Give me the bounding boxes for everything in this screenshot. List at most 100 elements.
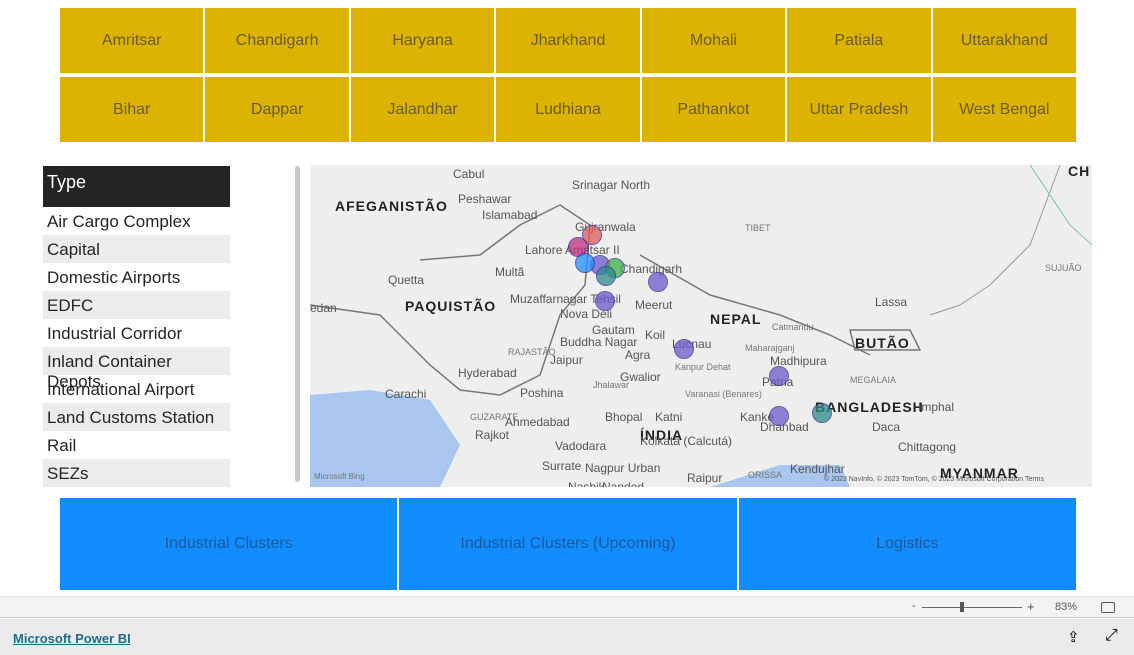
slicer-item[interactable]: SEZs <box>43 459 230 487</box>
map-label: Catmandu <box>772 322 814 332</box>
map-label: Meerut <box>635 298 673 312</box>
slicer-item[interactable]: Rail <box>43 431 230 459</box>
bing-logo: Microsoft Bing <box>314 472 365 481</box>
tile-jharkhand[interactable]: Jharkhand <box>496 8 640 73</box>
map-label: RAJASTÃO <box>508 347 556 357</box>
power-bi-link[interactable]: Microsoft Power BI <box>13 631 131 646</box>
map-label: Jhalawar <box>593 380 630 390</box>
fullscreen-icon[interactable]: ⤢ <box>1105 627 1118 645</box>
tile-mohali[interactable]: Mohali <box>641 8 786 73</box>
category-buttons: Industrial Clusters Industrial Clusters (… <box>60 498 1076 590</box>
zoom-bar: - + 83% <box>0 596 1134 618</box>
map-label: AFEGANISTÃO <box>335 198 448 214</box>
map-label: ORISSA <box>748 470 783 480</box>
map-label: Nagpur Urban <box>585 461 661 475</box>
slicer-item[interactable]: Land Customs Station <box>43 403 230 431</box>
button-industrial-clusters[interactable]: Industrial Clusters <box>60 498 398 590</box>
map-label: Kendujhar <box>790 462 845 476</box>
tile-pathankot[interactable]: Pathankot <box>641 77 786 142</box>
tile-amritsar[interactable]: Amritsar <box>60 8 204 73</box>
map-bubble[interactable] <box>769 366 789 386</box>
map-label: Lahore <box>525 243 563 257</box>
map-label: Hyderabad <box>458 366 517 380</box>
map-bubble[interactable] <box>595 291 615 311</box>
map-bubble[interactable] <box>812 403 832 423</box>
map-label: Varanasi (Benares) <box>685 389 762 399</box>
map-label: Katni <box>655 410 683 424</box>
map-label: Buddha Nagar <box>560 335 638 349</box>
zoom-slider-thumb[interactable] <box>960 602 964 612</box>
zoom-in-button[interactable]: + <box>1027 599 1035 614</box>
tile-bihar[interactable]: Bihar <box>60 77 204 142</box>
map-label: Agra <box>625 348 651 362</box>
map-label: CH <box>1068 165 1091 179</box>
zoom-out-button[interactable]: - <box>912 600 916 612</box>
tile-west-bengal[interactable]: West Bengal <box>932 77 1076 142</box>
map-label: MEGALAIA <box>850 375 897 385</box>
share-icon[interactable]: ⇪ <box>1067 628 1080 646</box>
map-visual[interactable]: Microsoft Bing © 2023 NavInfo, © 2023 To… <box>310 165 1092 487</box>
map-label: Rajkot <box>475 428 510 442</box>
button-logistics[interactable]: Logistics <box>738 498 1076 590</box>
tile-ludhiana[interactable]: Ludhiana <box>496 77 640 142</box>
map-bubble[interactable] <box>596 266 616 286</box>
map-label: TIBET <box>745 223 771 233</box>
location-tiles: Amritsar Chandigarh Haryana Jharkhand Mohali… <box>60 8 1076 142</box>
tile-chandigarh[interactable]: Chandigarh <box>205 8 349 73</box>
slicer-scrollbar[interactable] <box>295 166 300 482</box>
slicer-item[interactable]: Domestic Airports <box>43 263 230 291</box>
map-label: Multã <box>495 265 525 279</box>
map-label: edan <box>310 301 337 315</box>
map-label: PAQUISTÃO <box>405 298 497 314</box>
map-label: Surrate <box>542 459 582 473</box>
map-label: Srinagar North <box>572 178 651 192</box>
map-label: BUTÃO <box>855 335 910 351</box>
map-label: Maharajganj <box>745 343 795 353</box>
map-label: Chittagong <box>898 440 957 454</box>
map-bubble[interactable] <box>575 253 595 273</box>
tile-dappar[interactable]: Dappar <box>205 77 349 142</box>
map-label: Islamabad <box>482 208 538 222</box>
map-label: Bhopal <box>605 410 643 424</box>
map-label: Nanded <box>602 480 645 487</box>
map-label: Imphal <box>918 400 955 414</box>
map-bubble[interactable] <box>648 272 668 292</box>
map-label: Cabul <box>453 167 485 181</box>
map-label: Vadodara <box>555 439 607 453</box>
map-label: Daca <box>872 420 901 434</box>
tile-patiala[interactable]: Patiala <box>787 8 931 73</box>
map-label: Peshawar <box>458 192 512 206</box>
map-bubble[interactable] <box>769 406 789 426</box>
map-label: Carachi <box>385 387 427 401</box>
map-label: NEPAL <box>710 311 762 327</box>
footer: Microsoft Power BI ⇪ ⤢ <box>0 619 1134 655</box>
map-label: Quetta <box>388 273 425 287</box>
map-label: Raipur <box>687 471 723 485</box>
map-label: Kanpur Dehat <box>675 362 731 372</box>
tile-jalandhar[interactable]: Jalandhar <box>350 77 495 142</box>
map-label: Poshina <box>520 386 564 400</box>
map-label: GUZARATE <box>470 412 519 422</box>
slicer-item[interactable]: EDFC <box>43 291 230 319</box>
fit-to-page-icon[interactable] <box>1101 602 1115 613</box>
map-label: Lassa <box>875 295 908 309</box>
tile-uttarakhand[interactable]: Uttarakhand <box>932 8 1076 73</box>
tile-haryana[interactable]: Haryana <box>350 8 495 73</box>
zoom-slider[interactable] <box>922 607 1022 608</box>
map-label: Koil <box>645 328 666 342</box>
map-label: SUJUÃO <box>1045 263 1082 273</box>
map-label: Kolkata (Calcutá) <box>640 434 733 448</box>
slicer-item[interactable]: Capital <box>43 235 230 263</box>
slicer-title: Type <box>43 166 230 207</box>
map-label: Nashik <box>568 480 605 487</box>
tile-uttar-pradesh[interactable]: Uttar Pradesh <box>787 77 931 142</box>
map-label: MYANMAR <box>940 465 1019 481</box>
zoom-level: 83% <box>1055 601 1078 613</box>
slicer-item[interactable]: Air Cargo Complex <box>43 207 230 235</box>
button-industrial-clusters-upcoming-[interactable]: Industrial Clusters (Upcoming) <box>399 498 737 590</box>
map-bubble[interactable] <box>674 339 694 359</box>
type-slicer: Type Air Cargo Complex Capital Domestic Ai… <box>43 166 230 487</box>
slicer-item[interactable]: Industrial Corridor <box>43 319 230 347</box>
slicer-item[interactable]: International Airport <box>43 375 230 403</box>
slicer-item[interactable]: Inland Container Depots <box>43 347 230 391</box>
